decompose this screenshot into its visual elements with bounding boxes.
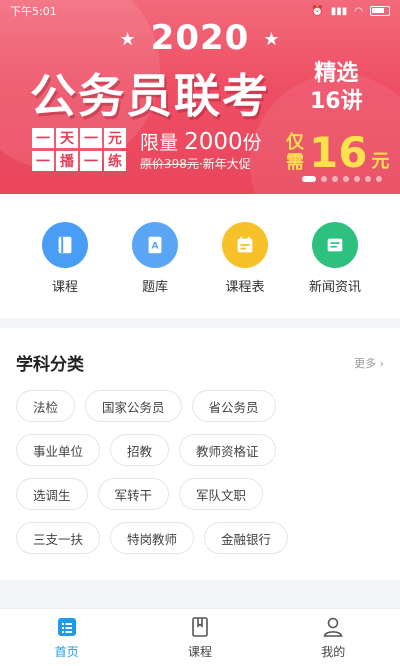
tab-home[interactable]: 首页 (27, 615, 107, 660)
bottom-tab-bar: 首页 课程 我的 (0, 608, 400, 666)
carousel-indicator[interactable] (302, 176, 382, 182)
quick-nav-schedule[interactable]: 课程表 (210, 222, 280, 318)
schedule-icon (222, 222, 268, 268)
course-book-icon (192, 617, 208, 637)
quick-nav: 课程 A 题库 课程表 新闻资讯 (0, 194, 400, 318)
banner-year: ★ 2020 ★ (119, 18, 281, 58)
banner-tag: 一 (32, 151, 54, 171)
tab-profile[interactable]: 我的 (293, 615, 373, 660)
tab-label: 课程 (187, 645, 212, 659)
category-tag[interactable]: 国家公务员 (85, 390, 182, 422)
quick-nav-label: 课程 (51, 280, 78, 295)
banner-tags: 一 天 一 元 一 播 一 练 (32, 128, 126, 171)
banner-limit: 限量 2000份 (140, 129, 262, 155)
quick-nav-news[interactable]: 新闻资讯 (300, 222, 370, 318)
category-tag[interactable]: 法检 (16, 390, 76, 422)
banner-tag: 播 (56, 151, 78, 171)
status-icons: ⏰ ▮▮▮ ◠ (311, 6, 390, 17)
category-tag[interactable]: 事业单位 (16, 434, 101, 466)
tab-course[interactable]: 课程 (160, 615, 240, 660)
wifi-icon: ◠ (354, 5, 363, 17)
quick-nav-course[interactable]: 课程 (30, 222, 100, 318)
category-tag[interactable]: 三支一扶 (16, 522, 101, 554)
banner-price: 仅需 16 元 (286, 128, 390, 177)
category-tag[interactable]: 军转干 (97, 478, 170, 510)
star-icon: ★ (263, 29, 281, 50)
category-tag[interactable]: 军队文职 (179, 478, 264, 510)
quick-nav-label: 新闻资讯 (308, 280, 361, 295)
carousel-dot[interactable] (365, 176, 371, 182)
category-section: 学科分类 更多 › 法检 国家公务员 省公务员 事业单位 招教 教师资格证 选调… (0, 328, 400, 580)
carousel-dot[interactable] (302, 176, 316, 182)
user-icon (323, 617, 343, 637)
banner-original-price: 原价398元·新年大促 (140, 157, 251, 171)
quick-nav-label: 课程表 (225, 280, 265, 295)
tab-label: 首页 (54, 645, 79, 659)
section-title: 学科分类 (16, 355, 84, 375)
banner-side-text: 精选 16讲 (310, 61, 363, 114)
tab-label: 我的 (321, 645, 346, 659)
category-tag[interactable]: 特岗教师 (110, 522, 195, 554)
more-link[interactable]: 更多 › (354, 355, 384, 371)
category-tag[interactable]: 金融银行 (204, 522, 289, 554)
quick-nav-label: 题库 (141, 280, 168, 295)
banner-headline: 公务员联考 (30, 69, 270, 123)
category-tag[interactable]: 教师资格证 (179, 434, 276, 466)
carousel-dot[interactable] (332, 176, 338, 182)
category-tag[interactable]: 省公务员 (191, 390, 276, 422)
news-icon (312, 222, 358, 268)
banner-tag: 一 (80, 151, 102, 171)
banner-tag: 天 (56, 128, 78, 148)
carousel-dot[interactable] (321, 176, 327, 182)
promo-banner[interactable]: 下午5:01 ⏰ ▮▮▮ ◠ ★ 2020 ★ 公务员联考 精选 16讲 一 天 一… (0, 0, 400, 194)
svg-text:A: A (151, 241, 159, 252)
quick-nav-question-bank[interactable]: A 题库 (120, 222, 190, 318)
carousel-dot[interactable] (343, 176, 349, 182)
banner-tag: 元 (104, 128, 126, 148)
book-icon (42, 222, 88, 268)
carousel-dot[interactable] (354, 176, 360, 182)
home-list-icon (57, 618, 76, 636)
category-tag[interactable]: 招教 (110, 434, 170, 466)
alarm-icon: ⏰ (311, 5, 324, 17)
question-bank-icon: A (132, 222, 178, 268)
banner-tag: 一 (32, 128, 54, 148)
battery-icon (370, 6, 390, 16)
category-tag[interactable]: 选调生 (16, 478, 88, 510)
status-time: 下午5:01 (10, 5, 57, 18)
signal-icon: ▮▮▮ (330, 5, 348, 17)
star-icon: ★ (119, 29, 137, 50)
carousel-dot[interactable] (376, 176, 382, 182)
banner-tag: 练 (104, 151, 126, 171)
banner-tag: 一 (80, 128, 102, 148)
